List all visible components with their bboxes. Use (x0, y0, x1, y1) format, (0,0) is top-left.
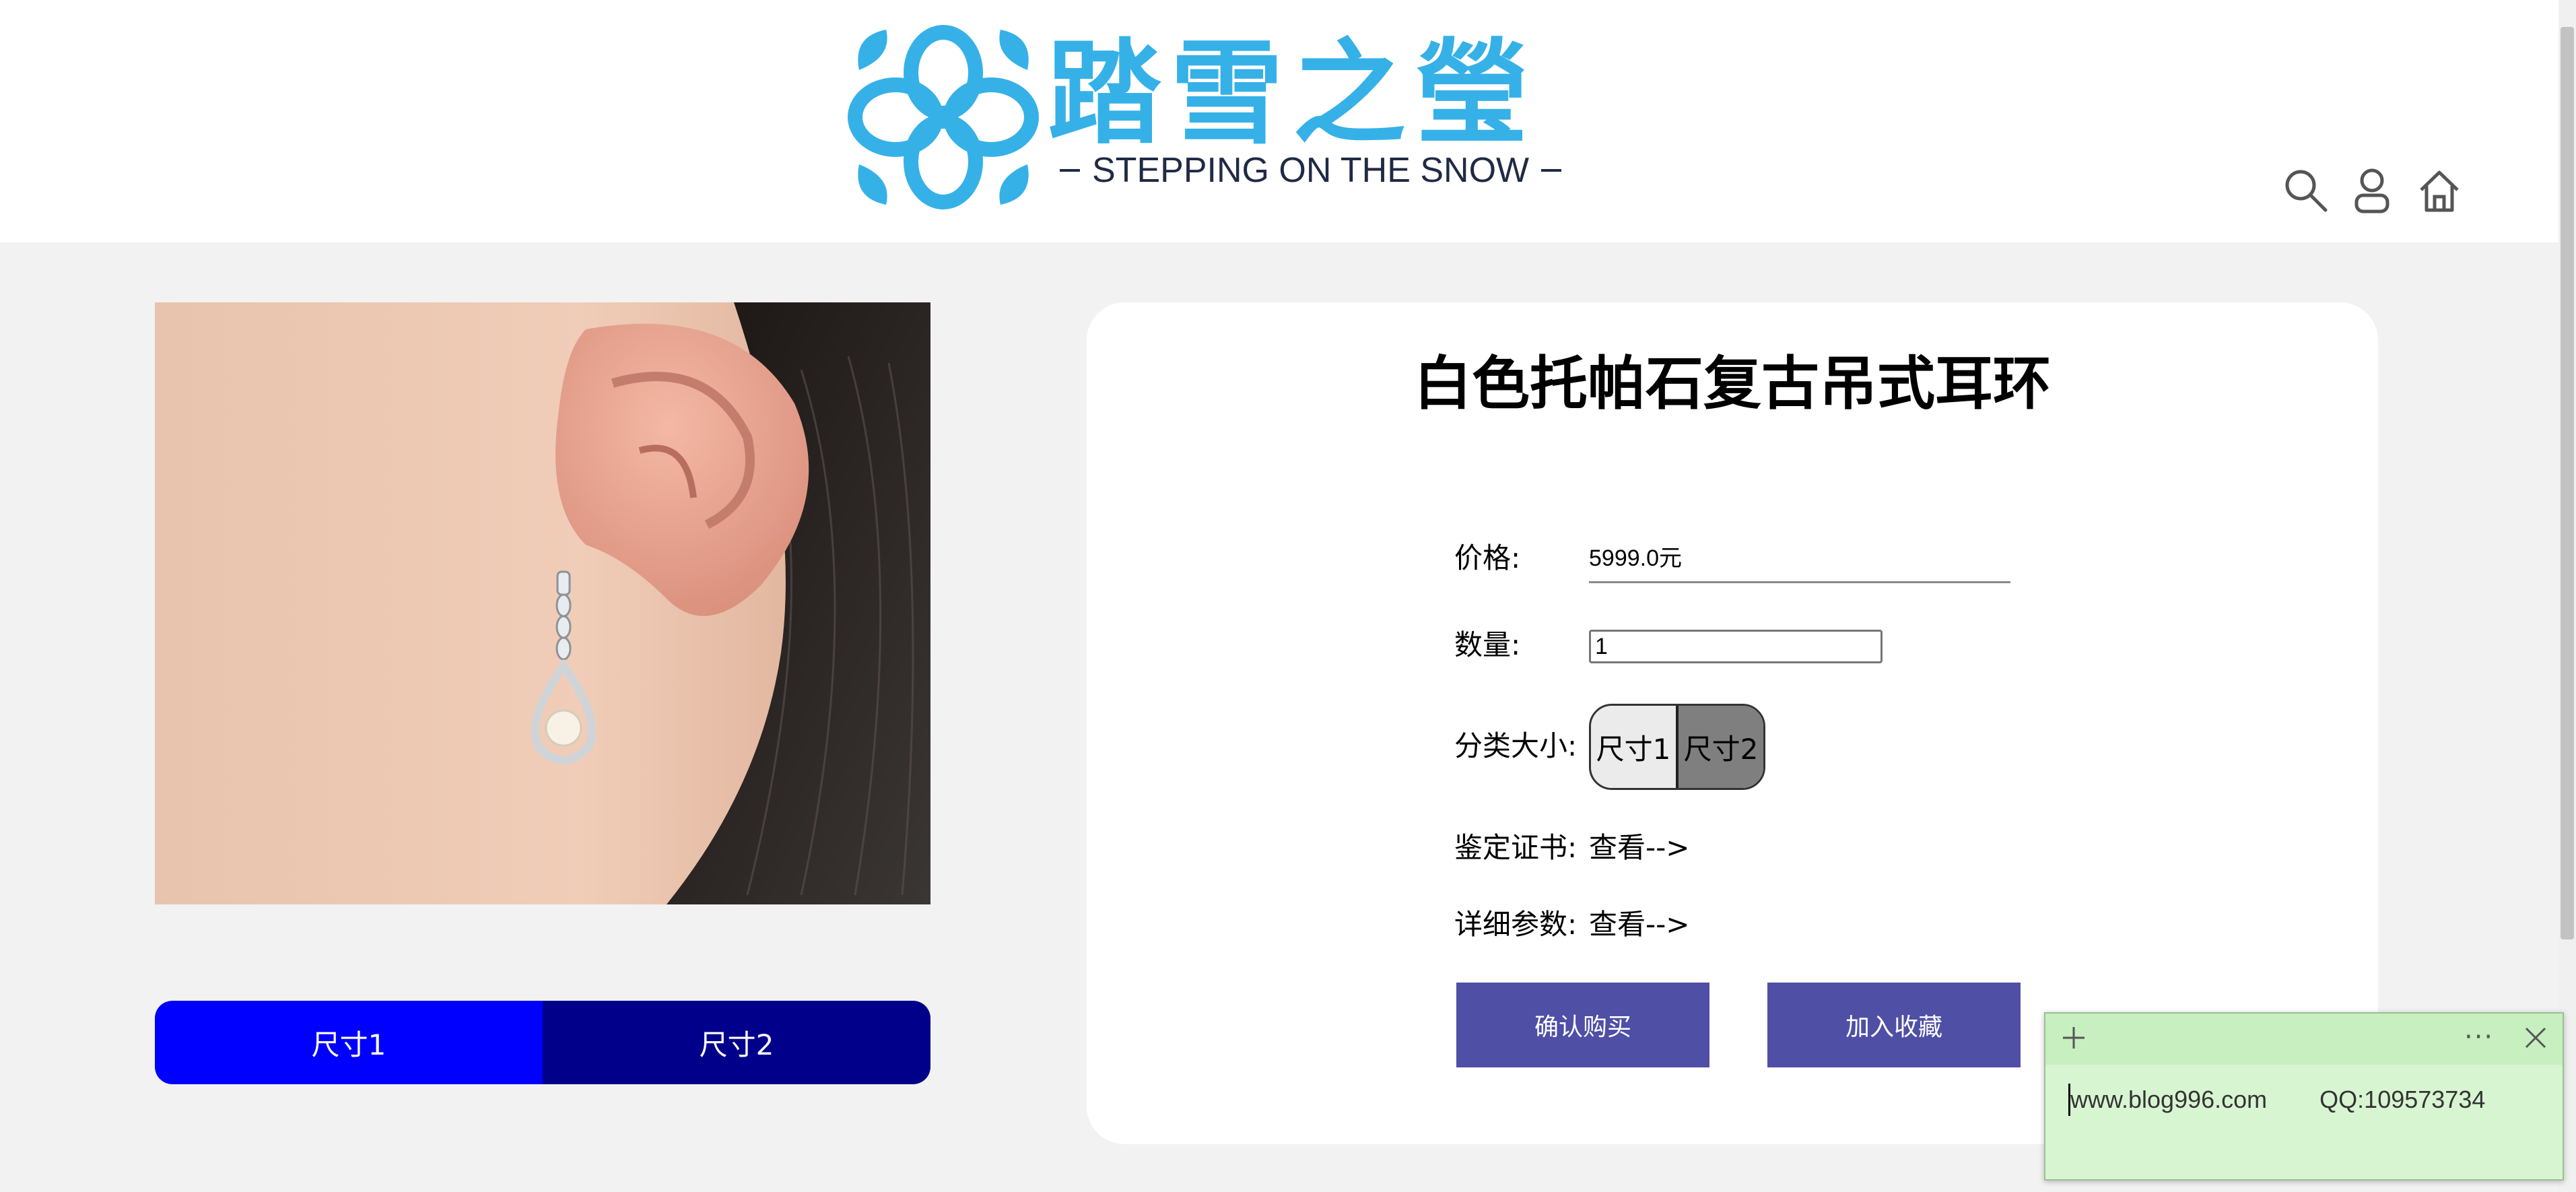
product-photo (155, 302, 930, 904)
home-icon[interactable] (2416, 167, 2463, 214)
price-value: 5999.0元 (1589, 541, 2010, 583)
more-options-icon[interactable]: ··· (2464, 1020, 2494, 1054)
sticky-note[interactable]: ··· www.blog996.com QQ:109573734 (2044, 1012, 2564, 1181)
quantity-input[interactable] (1589, 630, 1883, 663)
certificate-view-link[interactable]: 查看--> (1589, 829, 1690, 867)
variant-selector: 尺寸1 尺寸2 (1589, 704, 1765, 790)
certificate-label: 鉴定证书: (1454, 831, 1578, 864)
logo-dash-right (1541, 169, 1562, 172)
logo-chinese-text: 踏雪之瑩 (1048, 28, 1538, 160)
sticky-note-qq: QQ:109573734 (2319, 1086, 2486, 1113)
confirm-purchase-button[interactable]: 确认购买 (1456, 983, 1709, 1067)
product-title: 白色托帕石复古吊式耳环 (1414, 350, 2051, 418)
category-size-label: 分类大小: (1454, 729, 1578, 762)
variant-size-1-button[interactable]: 尺寸1 (1591, 706, 1679, 788)
search-icon[interactable] (2282, 167, 2330, 214)
add-note-icon[interactable] (2059, 1023, 2089, 1053)
detail-params-view-link[interactable]: 查看--> (1589, 906, 1690, 943)
page-scrollbar-thumb[interactable] (2561, 27, 2574, 939)
variant-size-2-button[interactable]: 尺寸2 (1679, 706, 1763, 788)
clover-logo-icon (848, 25, 1039, 209)
user-icon[interactable] (2348, 167, 2396, 214)
add-to-favorites-button[interactable]: 加入收藏 (1767, 983, 2021, 1067)
gallery-size-tabs: 尺寸1 尺寸2 (155, 1001, 930, 1084)
logo-english-label: STEPPING ON THE SNOW (1092, 151, 1530, 190)
detail-params-label: 详细参数: (1454, 908, 1578, 941)
quantity-label: 数量: (1454, 628, 1521, 661)
site-logo[interactable]: 踏雪之瑩 STEPPING ON THE SNOW (846, 23, 1586, 211)
gallery-tab-size-1[interactable]: 尺寸1 (155, 1001, 543, 1084)
sticky-note-content[interactable]: www.blog996.com QQ:109573734 (2068, 1084, 2485, 1116)
close-icon[interactable] (2522, 1024, 2549, 1051)
logo-dash-left (1060, 169, 1080, 172)
gallery-tab-size-2[interactable]: 尺寸2 (543, 1001, 930, 1084)
sticky-note-titlebar[interactable]: ··· (2045, 1014, 2563, 1065)
site-header: 踏雪之瑩 STEPPING ON THE SNOW (0, 0, 2576, 242)
sticky-note-website: www.blog996.com (2070, 1086, 2268, 1113)
price-label: 价格: (1454, 541, 1521, 574)
logo-english-text: STEPPING ON THE SNOW (1060, 148, 1571, 193)
